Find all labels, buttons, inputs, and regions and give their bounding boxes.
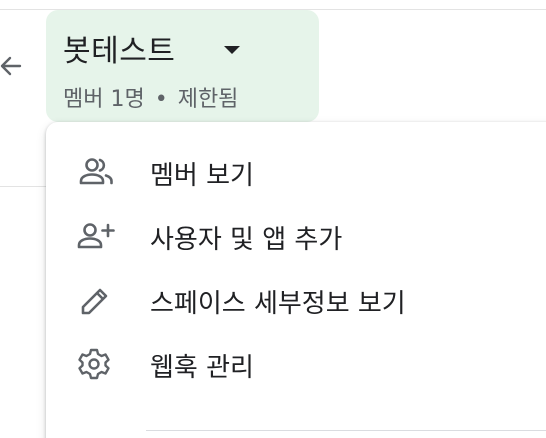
gear-icon: [77, 348, 117, 380]
separator-dot: •: [154, 87, 168, 112]
person-add-icon: [77, 220, 117, 252]
access-status: 제한됨: [177, 87, 239, 112]
people-icon: [77, 156, 117, 188]
pencil-icon: [77, 284, 117, 316]
menu-item-label: 스페이스 세부정보 보기: [150, 289, 406, 319]
menu-item-label: 웹훅 관리: [150, 353, 254, 383]
menu-divider: [146, 430, 546, 431]
menu-item-view-space-details[interactable]: 스페이스 세부정보 보기: [46, 268, 546, 332]
space-header-chip[interactable]: 봇테스트 멤버 1명 • 제한됨: [46, 10, 319, 122]
space-menu: 멤버 보기 사용자 및 앱 추가 스페이스 세부정보 보기 웹훅 관리: [46, 122, 546, 438]
member-count: 멤버 1명: [63, 87, 145, 112]
dropdown-caret-icon: [224, 46, 240, 54]
menu-item-label: 사용자 및 앱 추가: [150, 225, 343, 255]
back-button[interactable]: [0, 44, 24, 88]
arrow-back-icon: [0, 44, 24, 88]
space-subtitle: 멤버 1명 • 제한됨: [63, 81, 238, 113]
space-title: 봇테스트: [63, 34, 176, 69]
menu-item-view-members[interactable]: 멤버 보기: [46, 140, 546, 204]
menu-item-add-people-and-apps[interactable]: 사용자 및 앱 추가: [46, 204, 546, 268]
left-divider: [0, 186, 46, 187]
menu-item-manage-webhooks[interactable]: 웹훅 관리: [46, 332, 546, 396]
app-stage: 봇테스트 멤버 1명 • 제한됨 멤버 보기 사용자 및 앱 추가 스페이스 세…: [0, 0, 546, 438]
menu-item-label: 멤버 보기: [150, 161, 254, 191]
